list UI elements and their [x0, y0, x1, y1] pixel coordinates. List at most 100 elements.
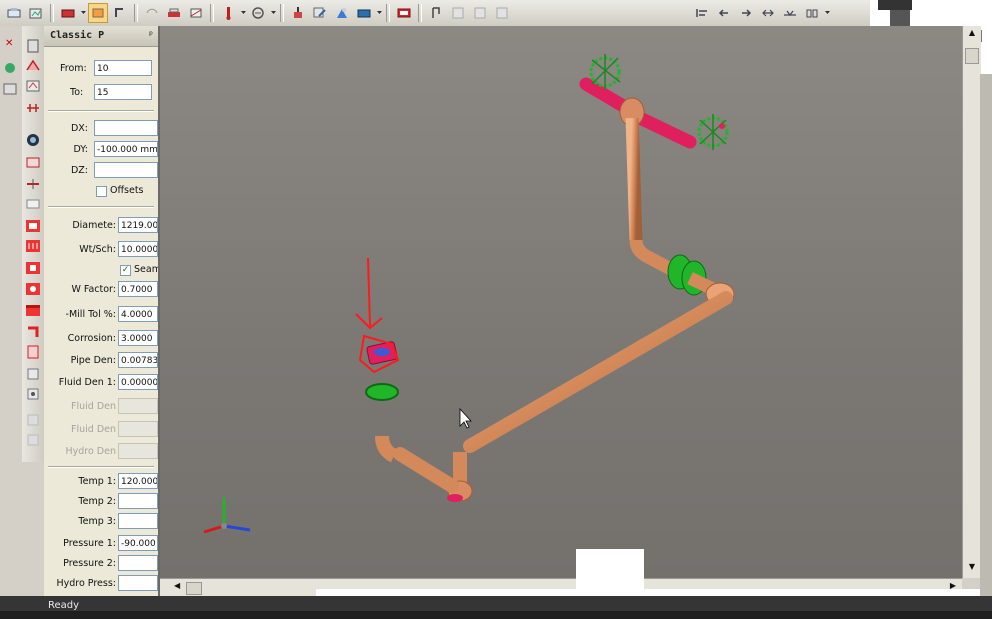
chevron-down-icon[interactable]: [376, 4, 382, 22]
dy-field[interactable]: -100.000 mm: [94, 141, 158, 157]
offsets-checkbox[interactable]: [96, 186, 107, 197]
temp1-label: Temp 1:: [78, 476, 116, 487]
node-icon[interactable]: [492, 3, 512, 23]
wfactor-field[interactable]: 0.7000: [118, 281, 158, 297]
pressure2-field[interactable]: [118, 555, 158, 571]
wtsch-field[interactable]: 10.0000: [118, 241, 158, 257]
redo-icon[interactable]: [164, 3, 184, 23]
pin-icon[interactable]: ᵖ: [148, 26, 154, 46]
disabled-tool-icon: [25, 432, 41, 448]
wind-load-icon[interactable]: [25, 303, 41, 319]
fluidden-field[interactable]: 0.00000: [118, 374, 158, 390]
element-icon[interactable]: [25, 38, 41, 54]
status-text: Ready: [48, 600, 80, 611]
upper-pipe-branch[interactable]: [579, 77, 697, 280]
force-icon[interactable]: [25, 260, 41, 276]
temp3-field[interactable]: [118, 513, 158, 529]
hanger-icon[interactable]: [288, 3, 308, 23]
pipeden-row: Pipe Den: 0.00783: [44, 352, 158, 370]
diameter-field[interactable]: 1219.00: [118, 217, 158, 233]
flange-icon[interactable]: [25, 366, 41, 382]
scroll-thumb[interactable]: [965, 48, 979, 64]
stress-report-icon[interactable]: [394, 3, 414, 23]
dx-field[interactable]: [94, 120, 158, 136]
node-name-icon[interactable]: [25, 386, 41, 402]
anchor-icon[interactable]: [218, 3, 238, 23]
seam-checkbox[interactable]: ✓: [120, 265, 131, 276]
model-viewport[interactable]: [160, 26, 962, 578]
scroll-left-icon[interactable]: ◀: [174, 581, 180, 590]
zoom-icon[interactable]: [4, 3, 24, 23]
temp1-field[interactable]: 120.000: [118, 473, 158, 489]
rotate-icon[interactable]: [110, 3, 130, 23]
plot-icon[interactable]: [186, 3, 206, 23]
clip-icon[interactable]: [426, 3, 446, 23]
pipeden-field[interactable]: 0.00783: [118, 352, 158, 368]
anchor-icon[interactable]: [365, 383, 399, 401]
uniform-load-icon[interactable]: [25, 281, 41, 297]
corrosion-field[interactable]: 3.0000: [118, 330, 158, 346]
from-node-field[interactable]: 10: [94, 60, 152, 76]
sif-icon[interactable]: [25, 154, 41, 170]
restraint-icon[interactable]: [697, 114, 729, 150]
reducer-icon[interactable]: [25, 58, 41, 74]
group-icon[interactable]: [802, 3, 822, 23]
expansion-joint-icon[interactable]: [25, 132, 41, 148]
select-icon[interactable]: [88, 3, 108, 23]
window-icon[interactable]: [354, 3, 374, 23]
pressure1-field[interactable]: -90.000: [118, 535, 158, 551]
dz-row: DZ:: [44, 162, 158, 180]
diameter-row: Diamete: 1219.00: [44, 217, 158, 235]
right-edge: [980, 74, 992, 604]
chevron-down-icon[interactable]: [824, 4, 830, 22]
hydro-press-field[interactable]: [118, 575, 158, 591]
bend-icon[interactable]: [25, 78, 41, 94]
align-left-icon[interactable]: [692, 3, 712, 23]
nozzle-icon[interactable]: [25, 218, 41, 234]
chevron-down-icon[interactable]: [80, 4, 86, 22]
hydro-press-row: Hydro Press:: [44, 575, 158, 593]
temp2-field[interactable]: [118, 493, 158, 509]
allowable-icon[interactable]: [25, 344, 41, 360]
print-icon[interactable]: [58, 3, 78, 23]
layer-icon[interactable]: [470, 3, 490, 23]
fluidden-row: Fluid Den 1: 0.00000: [44, 374, 158, 392]
hanger-tool-icon[interactable]: [25, 196, 41, 212]
pressure1-label: Pressure 1:: [63, 538, 116, 549]
axis-triad-icon: [203, 498, 251, 534]
scroll-thumb-horizontal[interactable]: [186, 582, 202, 595]
vertical-scrollbar[interactable]: ▲ ▼: [962, 26, 981, 578]
hydro-press-label: Hydro Press:: [56, 578, 116, 589]
chevron-down-icon[interactable]: [270, 4, 276, 22]
milltol-field[interactable]: 4.0000: [118, 306, 158, 322]
svg-text:✕: ✕: [5, 38, 13, 49]
restraint-tool-icon[interactable]: [25, 176, 41, 192]
align-center-icon[interactable]: [714, 3, 734, 23]
displacement-icon[interactable]: [25, 238, 41, 254]
temp3-row: Temp 3:: [44, 513, 158, 531]
pan-icon[interactable]: [26, 3, 46, 23]
hydroden-field: [118, 443, 158, 459]
chevron-down-icon[interactable]: [240, 4, 246, 22]
scroll-down-icon[interactable]: ▼: [965, 562, 979, 576]
panel-title: Classic P ᵖ: [44, 26, 158, 47]
dx-label: DX:: [70, 123, 88, 134]
disabled-tool-icon: [25, 412, 41, 428]
undo-icon[interactable]: [142, 3, 162, 23]
fluidden-label: Fluid Den 1:: [58, 377, 116, 388]
dy-label: DY:: [73, 144, 88, 155]
rigid-icon[interactable]: [25, 100, 41, 116]
to-node-field[interactable]: 15: [94, 84, 152, 100]
pressure2-row: Pressure 2:: [44, 555, 158, 573]
restraint-icon[interactable]: [248, 3, 268, 23]
spread-icon[interactable]: [780, 3, 800, 23]
distribute-icon[interactable]: [758, 3, 778, 23]
scroll-up-icon[interactable]: ▲: [965, 28, 979, 42]
align-right-icon[interactable]: [736, 3, 756, 23]
report-icon[interactable]: [332, 3, 352, 23]
wind-icon[interactable]: [310, 3, 330, 23]
grid-icon[interactable]: [448, 3, 468, 23]
offset-icon[interactable]: [25, 324, 41, 340]
corrosion-row: Corrosion: 3.0000: [44, 330, 158, 348]
dz-field[interactable]: [94, 162, 158, 178]
